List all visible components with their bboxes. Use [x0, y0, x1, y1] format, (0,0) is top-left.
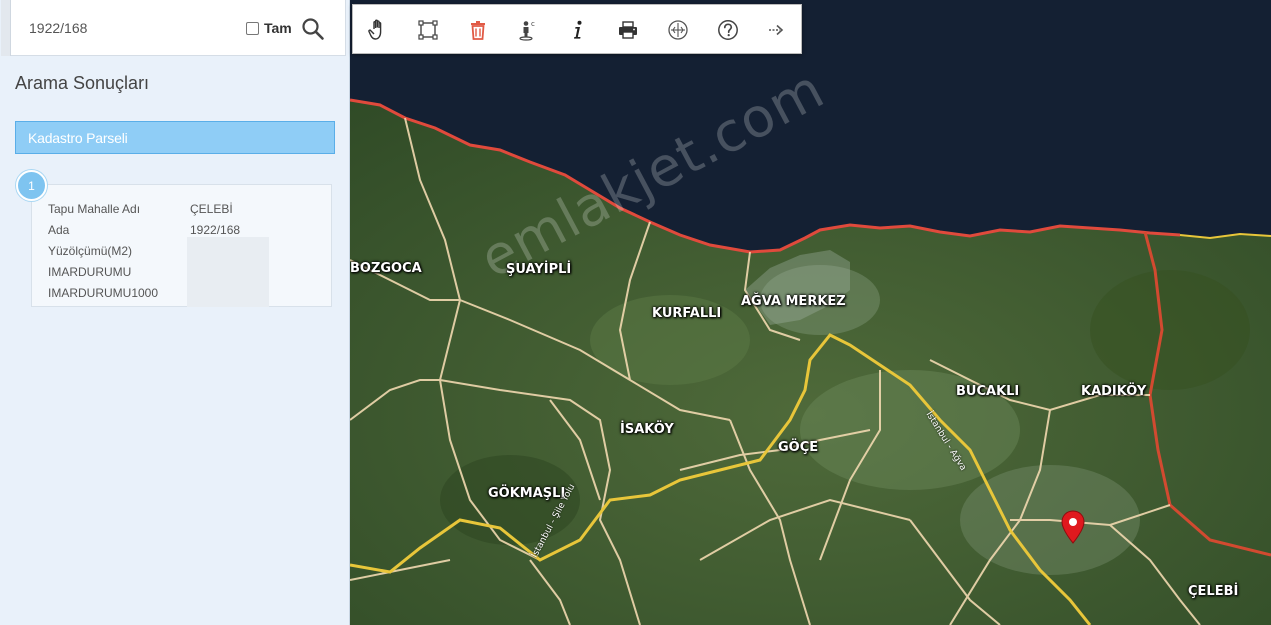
location-pin-icon[interactable]: [1061, 510, 1085, 544]
results-title: Arama Sonuçları: [15, 73, 150, 93]
print-icon[interactable]: [615, 17, 641, 43]
search-bar: Tam: [1, 0, 346, 56]
place-label: AĞVA MERKEZ: [741, 294, 846, 309]
map-view[interactable]: emlakjet.com BOZGOCA ŞUAYİPLİ KURFALLI A…: [350, 0, 1271, 625]
attr-label: Ada: [48, 223, 70, 237]
street-view-icon[interactable]: c: [515, 17, 541, 43]
attr-label: Tapu Mahalle Adı: [48, 202, 141, 216]
svg-text:c: c: [531, 20, 535, 28]
delete-trash-icon[interactable]: [465, 17, 491, 43]
help-icon[interactable]: [715, 17, 741, 43]
next-arrow-icon[interactable]: [763, 17, 789, 43]
attr-label: IMARDURUMU1000: [48, 286, 159, 300]
search-icon[interactable]: [301, 17, 325, 41]
tam-label: Tam: [264, 20, 292, 36]
attr-label: IMARDURUMU: [48, 265, 132, 279]
pan-hand-icon[interactable]: [365, 17, 391, 43]
redacted-values: [187, 237, 269, 307]
place-label: GÖÇE: [778, 440, 819, 455]
place-label: İSAKÖY: [620, 422, 674, 437]
place-label: KADIKÖY: [1081, 384, 1147, 399]
place-label: KURFALLI: [652, 306, 722, 321]
result-category-header[interactable]: Kadastro Parseli: [15, 121, 335, 154]
place-label: ŞUAYİPLİ: [506, 262, 572, 277]
result-number-badge: 1: [16, 170, 47, 201]
place-label: BUCAKLI: [956, 384, 1020, 399]
search-results-panel: Tam Arama Sonuçları Kadastro Parseli Tap…: [0, 0, 350, 625]
select-rectangle-icon[interactable]: [415, 17, 441, 43]
place-label: ÇELEBİ: [1188, 584, 1239, 599]
tam-checkbox[interactable]: [246, 21, 259, 35]
map-toolbar: c: [352, 4, 802, 54]
panel-toggle[interactable]: [1, 0, 11, 56]
place-label: BOZGOCA: [350, 261, 422, 276]
tam-checkbox-wrap[interactable]: Tam: [246, 20, 292, 36]
attr-value: 1922/168: [190, 223, 241, 237]
info-icon[interactable]: [565, 17, 591, 43]
attr-value: ÇELEBİ: [190, 202, 233, 216]
measure-icon[interactable]: [665, 17, 691, 43]
attr-label: Yüzölçümü(M2): [48, 244, 133, 258]
place-label: GÖKMAŞLI: [488, 486, 566, 501]
search-input[interactable]: [29, 14, 229, 42]
result-card[interactable]: Tapu Mahalle Adı ÇELEBİ Ada 1922/168 Yüz…: [31, 184, 332, 307]
